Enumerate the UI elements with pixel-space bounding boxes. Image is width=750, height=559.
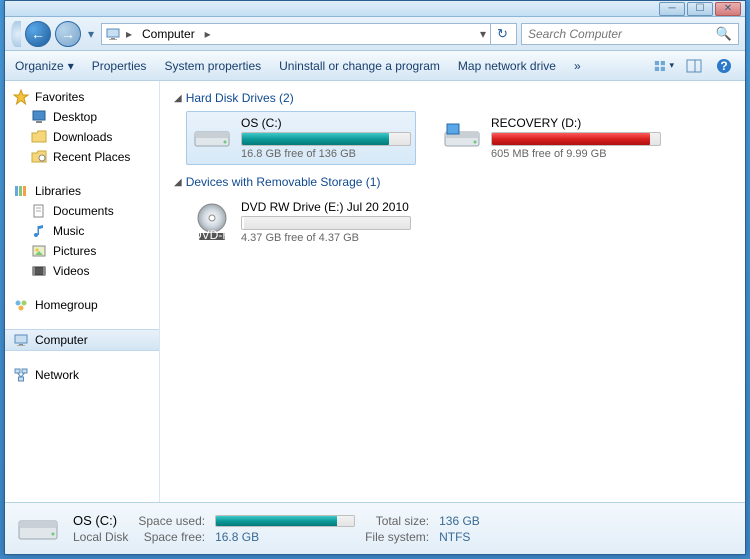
help-button[interactable]: ? bbox=[713, 56, 735, 76]
address-dropdown[interactable]: ▾ bbox=[476, 27, 490, 41]
filesystem-value: NTFS bbox=[439, 530, 480, 544]
breadcrumb-computer[interactable]: Computer bbox=[136, 24, 201, 44]
more-button[interactable]: » bbox=[574, 59, 581, 73]
usage-bar bbox=[491, 132, 661, 146]
body: Favorites Desktop Downloads Recent Place… bbox=[5, 81, 745, 502]
details-pane: OS (C:) Space used: Total size: 136 GB L… bbox=[5, 502, 745, 554]
change-view-button[interactable]: ▾ bbox=[653, 56, 675, 76]
sidebar-item-documents[interactable]: Documents bbox=[5, 201, 159, 221]
system-properties-button[interactable]: System properties bbox=[164, 59, 261, 73]
folder-icon bbox=[31, 129, 47, 145]
svg-text:?: ? bbox=[720, 59, 727, 73]
uninstall-button[interactable]: Uninstall or change a program bbox=[279, 59, 440, 73]
chevron-down-icon: ▾ bbox=[669, 60, 674, 71]
properties-button[interactable]: Properties bbox=[92, 59, 147, 73]
libraries-header[interactable]: Libraries bbox=[5, 181, 159, 201]
command-bar: Organize ▾ Properties System properties … bbox=[5, 51, 745, 81]
computer-header[interactable]: Computer bbox=[5, 329, 159, 351]
breadcrumb-root-arrow[interactable]: ▸ bbox=[122, 27, 136, 41]
desktop-icon bbox=[31, 109, 47, 125]
map-drive-button[interactable]: Map network drive bbox=[458, 59, 556, 73]
collapse-icon: ◢ bbox=[174, 177, 182, 188]
drive-status: 16.8 GB free of 136 GB bbox=[241, 148, 411, 160]
hard-drive-icon bbox=[191, 116, 233, 158]
space-used-label: Space used: bbox=[138, 514, 205, 528]
drive-status: 4.37 GB free of 4.37 GB bbox=[241, 232, 411, 244]
drive-label: RECOVERY (D:) bbox=[491, 116, 661, 130]
favorites-label: Favorites bbox=[35, 90, 84, 104]
nav-history-dropdown[interactable]: ▾ bbox=[85, 25, 97, 43]
space-free-value: 16.8 GB bbox=[215, 530, 355, 544]
sidebar-item-videos[interactable]: Videos bbox=[5, 261, 159, 281]
network-header[interactable]: Network bbox=[5, 365, 159, 385]
usage-bar bbox=[241, 132, 411, 146]
hard-drive-icon bbox=[15, 509, 61, 549]
sidebar-item-music[interactable]: Music bbox=[5, 221, 159, 241]
preview-pane-button[interactable] bbox=[683, 56, 705, 76]
navigation-bar: ← → ▾ ▸ Computer ▸ ▾ ↻ 🔍 bbox=[5, 17, 745, 51]
hard-drive-icon bbox=[441, 116, 483, 158]
maximize-button[interactable]: ☐ bbox=[687, 2, 713, 16]
computer-icon bbox=[13, 332, 29, 348]
libraries-icon bbox=[13, 183, 29, 199]
homegroup-header[interactable]: Homegroup bbox=[5, 295, 159, 315]
collapse-icon: ◢ bbox=[174, 93, 182, 104]
removable-section-header[interactable]: ◢ Devices with Removable Storage (1) bbox=[174, 175, 735, 189]
title-bar: ─ ☐ ✕ bbox=[5, 1, 745, 17]
total-size-label: Total size: bbox=[365, 514, 429, 528]
videos-icon bbox=[31, 263, 47, 279]
documents-icon bbox=[31, 203, 47, 219]
drive-status: 605 MB free of 9.99 GB bbox=[491, 148, 661, 160]
drive-os-c[interactable]: OS (C:) 16.8 GB free of 136 GB bbox=[186, 111, 416, 165]
space-free-label: Space free: bbox=[138, 530, 205, 544]
drive-label: DVD RW Drive (E:) Jul 20 2010 bbox=[241, 200, 411, 214]
organize-button[interactable]: Organize ▾ bbox=[15, 59, 74, 73]
recent-icon bbox=[31, 149, 47, 165]
music-icon bbox=[31, 223, 47, 239]
chevron-down-icon: ▾ bbox=[68, 59, 74, 73]
filesystem-label: File system: bbox=[365, 530, 429, 544]
refresh-button[interactable]: ↻ bbox=[490, 23, 514, 45]
total-size-value: 136 GB bbox=[439, 514, 480, 528]
network-icon bbox=[13, 367, 29, 383]
libraries-label: Libraries bbox=[35, 184, 81, 198]
sidebar-item-downloads[interactable]: Downloads bbox=[5, 127, 159, 147]
nav-forward-button[interactable]: → bbox=[55, 21, 81, 47]
hard-disk-section-header[interactable]: ◢ Hard Disk Drives (2) bbox=[174, 91, 735, 105]
sidebar-item-desktop[interactable]: Desktop bbox=[5, 107, 159, 127]
sidebar-item-recent[interactable]: Recent Places bbox=[5, 147, 159, 167]
homegroup-label: Homegroup bbox=[35, 298, 98, 312]
usage-bar bbox=[241, 216, 411, 230]
minimize-button[interactable]: ─ bbox=[659, 2, 685, 16]
network-label: Network bbox=[35, 368, 79, 382]
nav-back-orb bbox=[11, 21, 21, 47]
computer-label: Computer bbox=[35, 333, 88, 347]
homegroup-icon bbox=[13, 297, 29, 313]
svg-text:DVD-R: DVD-R bbox=[193, 228, 231, 242]
nav-back-button[interactable]: ← bbox=[25, 21, 51, 47]
search-icon[interactable]: 🔍 bbox=[716, 26, 732, 42]
address-bar[interactable]: ▸ Computer ▸ ▾ ↻ bbox=[101, 23, 517, 45]
navigation-pane[interactable]: Favorites Desktop Downloads Recent Place… bbox=[5, 81, 160, 502]
content-pane[interactable]: ◢ Hard Disk Drives (2) OS (C:) 16.8 GB f… bbox=[160, 81, 745, 502]
drive-recovery-d[interactable]: RECOVERY (D:) 605 MB free of 9.99 GB bbox=[436, 111, 666, 165]
explorer-window: ─ ☐ ✕ ← → ▾ ▸ Computer ▸ ▾ ↻ 🔍 Organize … bbox=[4, 0, 746, 555]
status-subtitle: Local Disk bbox=[73, 530, 128, 544]
drive-label: OS (C:) bbox=[241, 116, 411, 130]
favorites-header[interactable]: Favorites bbox=[5, 87, 159, 107]
pictures-icon bbox=[31, 243, 47, 259]
breadcrumb-arrow[interactable]: ▸ bbox=[201, 27, 215, 41]
computer-icon bbox=[104, 25, 122, 43]
dvd-drive-icon: DVD-R bbox=[191, 200, 233, 242]
close-button[interactable]: ✕ bbox=[715, 2, 741, 16]
drive-dvd-e[interactable]: DVD-R DVD RW Drive (E:) Jul 20 2010 4.37… bbox=[186, 195, 416, 249]
space-used-bar bbox=[215, 515, 355, 527]
status-title: OS (C:) bbox=[73, 513, 128, 528]
search-input[interactable] bbox=[528, 27, 716, 41]
star-icon bbox=[13, 89, 29, 105]
sidebar-item-pictures[interactable]: Pictures bbox=[5, 241, 159, 261]
search-box[interactable]: 🔍 bbox=[521, 23, 739, 45]
